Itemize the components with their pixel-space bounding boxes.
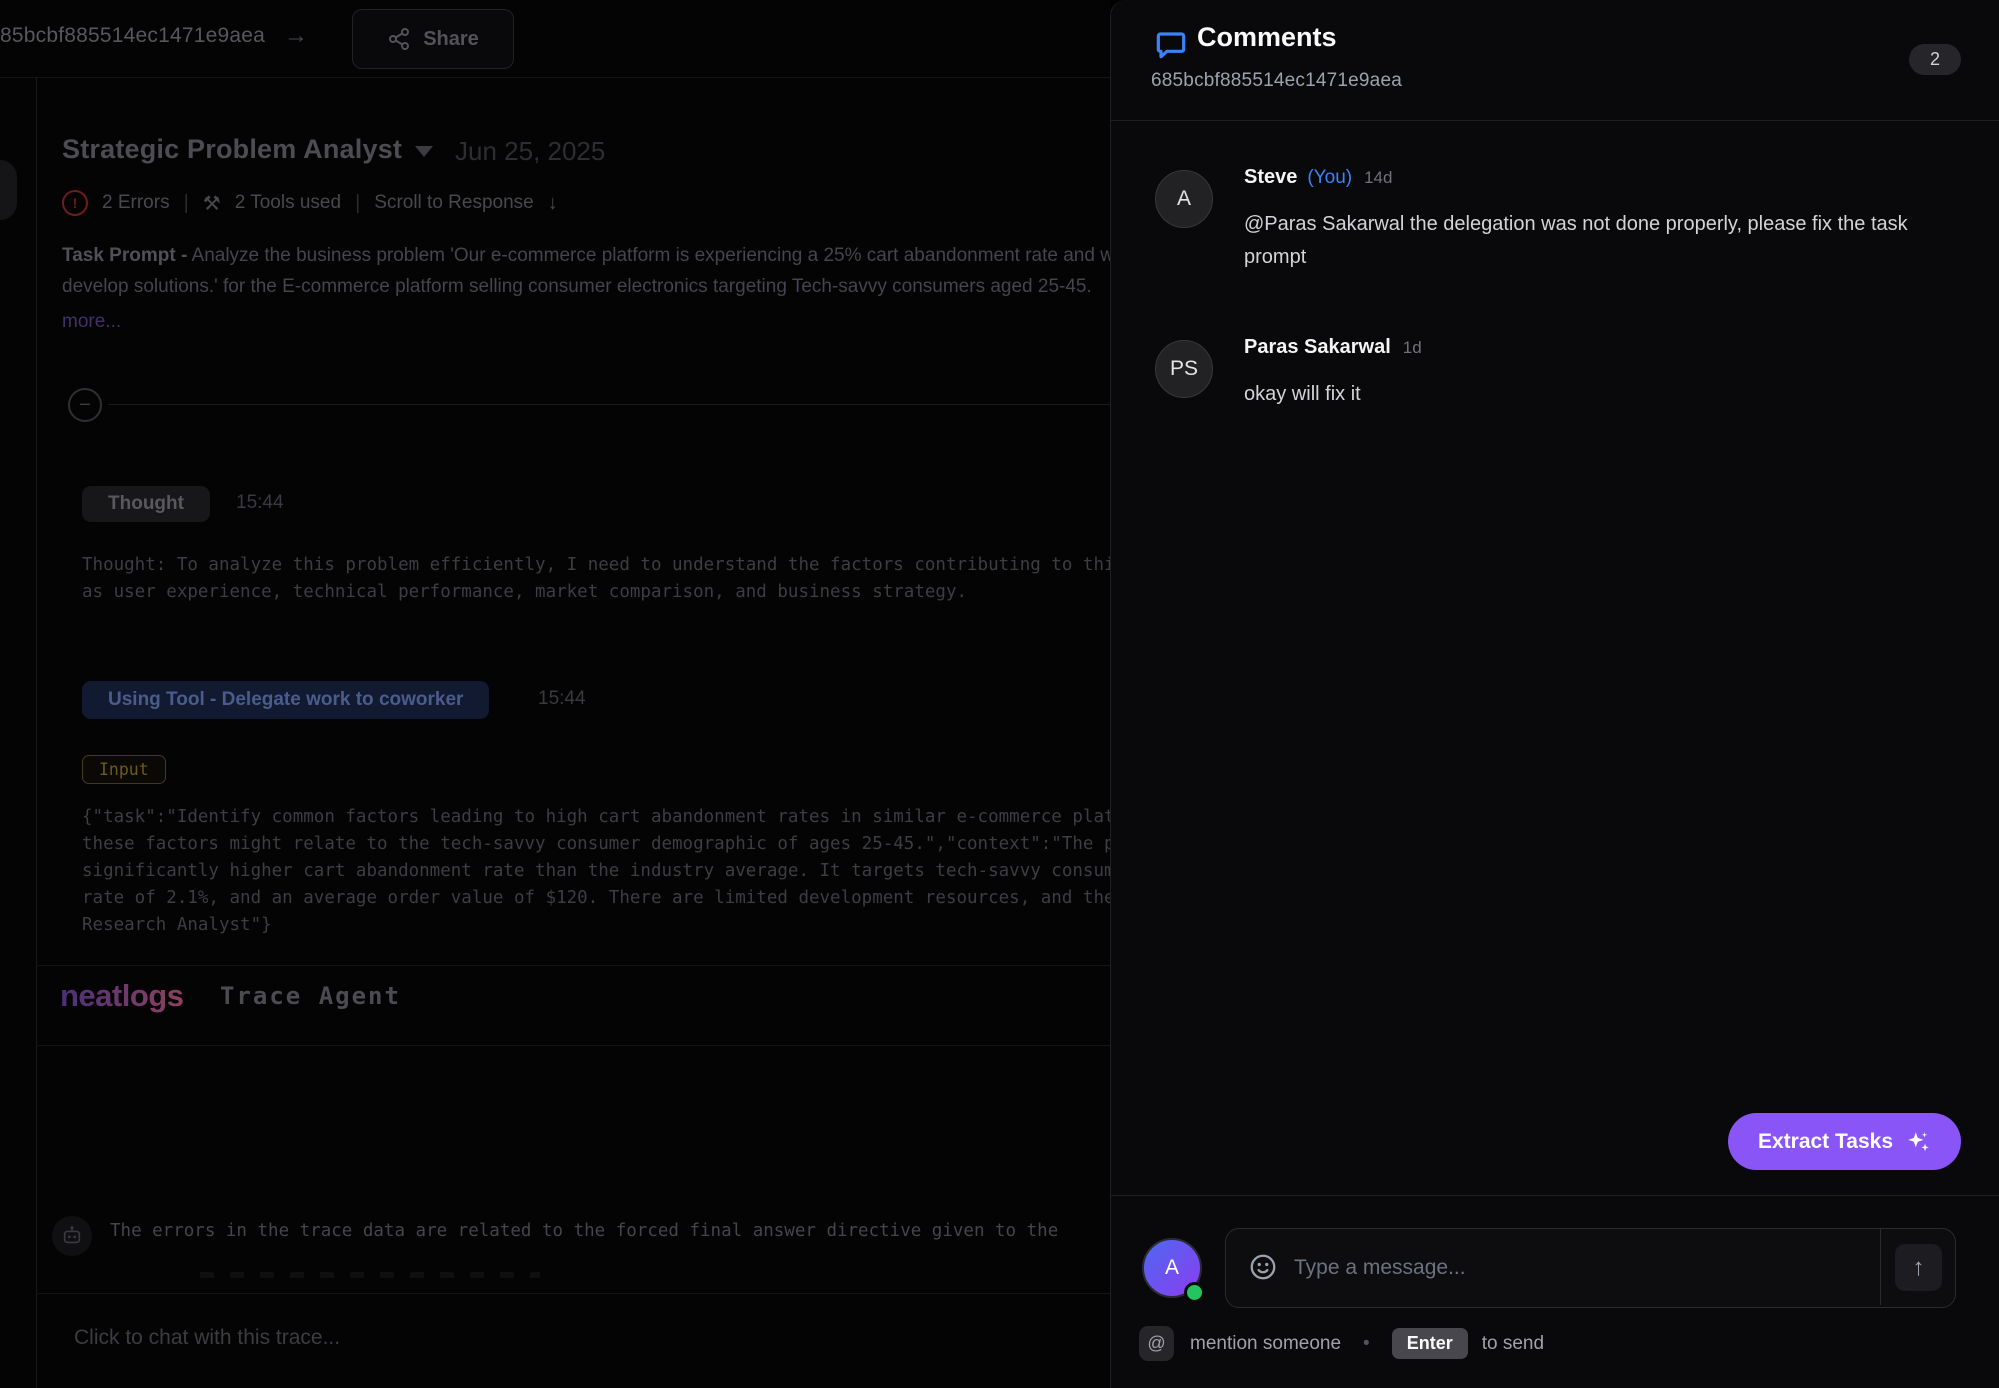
arrow-right-icon[interactable]: → xyxy=(284,22,308,50)
comment-text: @Paras Sakarwal the delegation was not d… xyxy=(1244,208,1916,274)
share-icon xyxy=(387,27,411,51)
comments-panel: Comments 2 685bcbf885514ec1471e9aea A St… xyxy=(1110,0,1999,1388)
trace-agent-label: Trace Agent xyxy=(220,982,401,1010)
bot-message: The errors in the trace data are related… xyxy=(110,1221,1110,1241)
chat-with-trace-placeholder[interactable]: Click to chat with this trace... xyxy=(74,1326,340,1350)
task-prompt-label: Task Prompt - xyxy=(62,245,187,266)
chevron-down-icon[interactable] xyxy=(415,146,433,157)
comment-author[interactable]: Steve xyxy=(1244,166,1297,189)
task-prompt-line2: develop solutions.' for the E-commerce p… xyxy=(62,276,1110,298)
faded-text-remnant xyxy=(200,1272,540,1278)
robot-icon xyxy=(61,1225,83,1247)
bullet: • xyxy=(1363,1333,1370,1355)
comments-trace-id: 685bcbf885514ec1471e9aea xyxy=(1151,70,1402,92)
thought-text-line1: Thought: To analyze this problem efficie… xyxy=(82,552,1110,579)
neatlogs-logo: neatlogs xyxy=(60,978,183,1014)
input-badge: Input xyxy=(82,755,166,784)
tool-input-line: rate of 2.1%, and an average order value… xyxy=(82,885,1110,912)
meta-separator: | xyxy=(355,192,360,215)
arrow-down-icon[interactable]: ↓ xyxy=(548,192,558,215)
send-button[interactable]: ↑ xyxy=(1895,1244,1942,1291)
comment-you-tag: (You) xyxy=(1307,167,1352,189)
scroll-to-response-link[interactable]: Scroll to Response xyxy=(374,192,533,214)
composer-hints: @ mention someone • Enter to send xyxy=(1139,1326,1544,1361)
comments-count-badge: 2 xyxy=(1909,44,1961,75)
input-divider xyxy=(1880,1229,1881,1305)
comment-header: Steve (You) 14d xyxy=(1244,166,1392,189)
task-prompt-line1: Task Prompt - Analyze the business probl… xyxy=(62,245,1110,267)
send-hint: to send xyxy=(1482,1333,1544,1355)
thought-timestamp: 15:44 xyxy=(236,492,284,514)
comment-time: 1d xyxy=(1403,338,1422,358)
share-button[interactable]: Share xyxy=(352,9,514,69)
comments-title: Comments xyxy=(1197,22,1337,53)
collapse-icon[interactable]: − xyxy=(68,388,102,422)
using-tool-badge[interactable]: Using Tool - Delegate work to coworker xyxy=(82,681,489,719)
divider xyxy=(1111,1195,1999,1196)
tool-input-line: {"task":"Identify common factors leading… xyxy=(82,804,1110,831)
comment-header: Paras Sakarwal 1d xyxy=(1244,336,1422,359)
thought-badge[interactable]: Thought xyxy=(82,486,210,522)
tool-timestamp: 15:44 xyxy=(538,688,586,710)
tool-input-line: Research Analyst"} xyxy=(82,912,1110,939)
timeline-line xyxy=(108,404,1110,405)
extract-tasks-label: Extract Tasks xyxy=(1758,1130,1893,1154)
more-link[interactable]: more... xyxy=(62,311,121,333)
task-prompt-text: Analyze the business problem 'Our e-comm… xyxy=(192,245,1110,266)
comment-bubble-icon xyxy=(1155,28,1187,60)
meta-separator: | xyxy=(184,192,189,215)
avatar: PS xyxy=(1155,340,1213,398)
top-bar: 85bcbf885514ec1471e9aea → Share xyxy=(0,0,1110,78)
divider xyxy=(36,1045,1110,1046)
errors-count: 2 Errors xyxy=(102,192,170,214)
tool-input-line: these factors might relate to the tech-s… xyxy=(82,831,1110,858)
comment-time: 14d xyxy=(1364,168,1392,188)
edge-handle[interactable] xyxy=(0,160,17,220)
trace-date: Jun 25, 2025 xyxy=(455,136,605,167)
message-input-box: ↑ xyxy=(1225,1228,1956,1308)
divider xyxy=(36,1293,1110,1294)
tools-count: 2 Tools used xyxy=(235,192,341,214)
share-label: Share xyxy=(423,28,479,51)
error-icon: ! xyxy=(62,190,88,216)
tools-icon: ⚒ xyxy=(203,191,221,216)
message-input[interactable] xyxy=(1292,1229,1856,1307)
avatar: A xyxy=(1155,170,1213,228)
left-divider xyxy=(36,77,37,1388)
mention-hint: mention someone xyxy=(1190,1333,1341,1355)
tool-input-line: significantly higher cart abandonment ra… xyxy=(82,858,1110,885)
trace-view: 85bcbf885514ec1471e9aea → Share Strategi… xyxy=(0,0,1110,1388)
divider xyxy=(1111,120,1999,121)
topbar-trace-id: 85bcbf885514ec1471e9aea xyxy=(0,24,265,48)
agent-title[interactable]: Strategic Problem Analyst xyxy=(62,134,402,165)
enter-key-badge: Enter xyxy=(1392,1328,1468,1359)
online-status-dot xyxy=(1184,1282,1205,1303)
comment-author[interactable]: Paras Sakarwal xyxy=(1244,336,1391,359)
at-mention-icon[interactable]: @ xyxy=(1139,1326,1174,1361)
divider xyxy=(36,965,1110,966)
arrow-up-icon: ↑ xyxy=(1913,1254,1925,1281)
bot-avatar xyxy=(52,1216,92,1256)
comment-text: okay will fix it xyxy=(1244,378,1916,411)
sparkles-icon xyxy=(1905,1129,1931,1155)
emoji-icon[interactable] xyxy=(1248,1252,1278,1282)
thought-text-line2: as user experience, technical performanc… xyxy=(82,579,1110,606)
trace-meta-row: ! 2 Errors | ⚒ 2 Tools used | Scroll to … xyxy=(62,190,558,216)
extract-tasks-button[interactable]: Extract Tasks xyxy=(1728,1113,1961,1170)
